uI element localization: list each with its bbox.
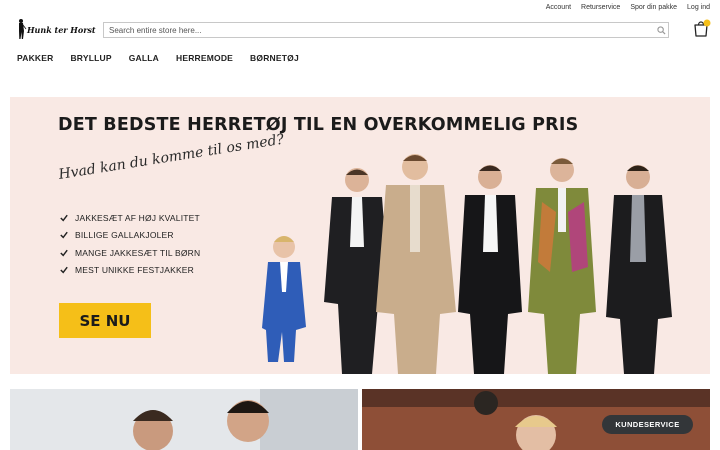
track-package-link[interactable]: Spor din pakke [630,4,677,11]
check-icon [60,232,68,239]
login-link[interactable]: Log ind [687,4,710,11]
check-icon [60,214,68,222]
feature-item: MEST UNIKKE FESTJAKKER [60,262,200,280]
category-image-left [10,389,358,450]
shopping-bag-icon [694,19,711,37]
search-input[interactable] [104,23,654,37]
nav-item-pakker[interactable]: PAKKER [17,53,53,63]
model-4 [528,158,596,374]
nav-item-herremode[interactable]: HERREMODE [176,53,233,63]
logo-text: Hunk ter Horst [27,25,96,35]
site-logo[interactable]: Hunk ter Horst [17,18,96,40]
cart-badge [703,19,711,27]
hero-models-image [262,154,672,374]
model-child [262,236,306,362]
nav-item-galla[interactable]: GALLA [129,53,159,63]
check-icon [60,267,68,274]
hero-banner[interactable]: DET BEDSTE HERRETØJ TIL EN OVERKOMMELIG … [10,97,710,374]
customer-service-button[interactable]: KUNDESERVICE [602,415,693,434]
feature-item: JAKKESÆT AF HØJ KVALITET [60,209,200,227]
nav-item-bornetoj[interactable]: BØRNETØJ [250,53,299,63]
see-now-button[interactable]: SE NU [59,303,151,338]
feature-list: JAKKESÆT AF HØJ KVALITET BILLIGE GALLAKJ… [60,209,200,279]
nav-item-bryllup[interactable]: BRYLLUP [70,53,111,63]
check-icon [60,249,68,257]
model-5 [606,165,672,374]
main-nav: PAKKER BRYLLUP GALLA HERREMODE BØRNETØJ [17,53,299,63]
model-3 [458,165,522,374]
hero-script-tagline: Hvad kan du komme til os med? [57,131,286,183]
feature-item: MANGE JAKKESÆT TIL BØRN [60,244,200,262]
feature-item: BILLIGE GALLAKJOLER [60,227,200,245]
hero-title: DET BEDSTE HERRETØJ TIL EN OVERKOMMELIG … [58,115,579,135]
top-links: Account Returservice Spor din pakke Log … [546,4,710,11]
category-banner-left[interactable] [10,389,358,450]
account-link[interactable]: Account [546,4,571,11]
returservice-link[interactable]: Returservice [581,4,620,11]
search-icon[interactable] [654,23,668,37]
cart-button[interactable] [692,18,712,38]
search-bar [103,22,669,38]
model-2 [376,154,456,374]
